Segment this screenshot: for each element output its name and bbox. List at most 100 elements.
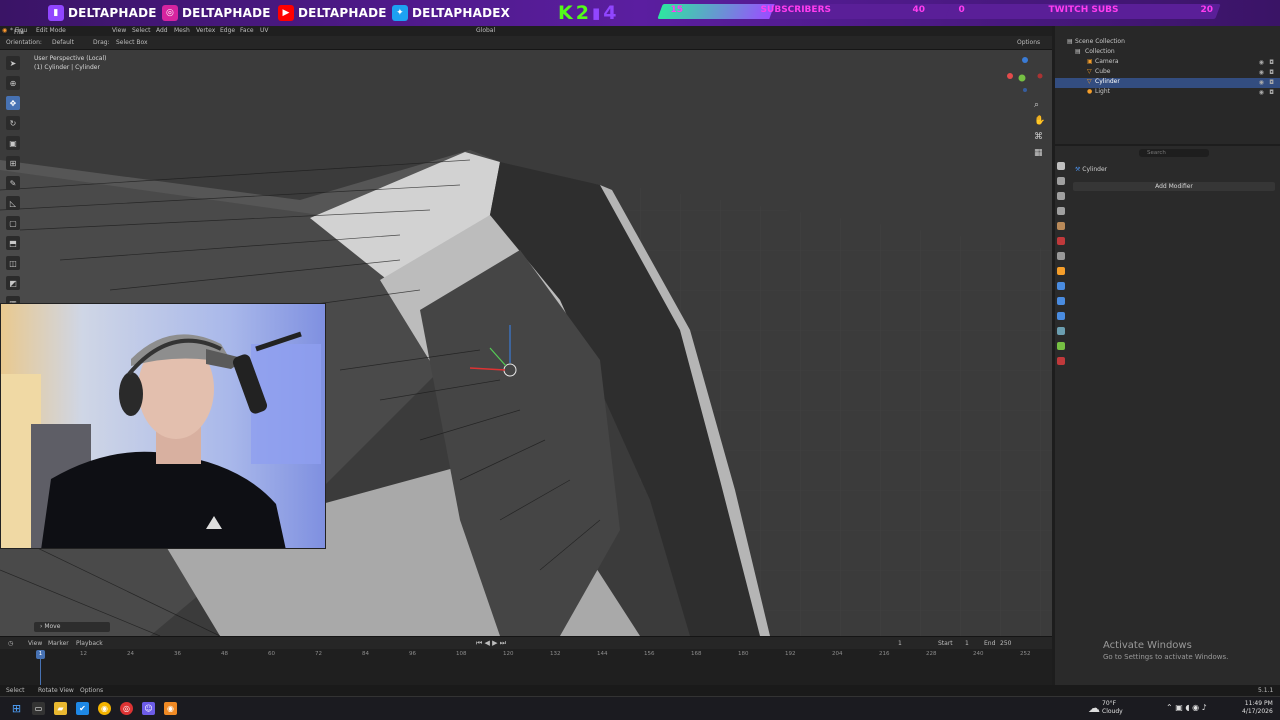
drag-dropdown[interactable]: Select Box bbox=[116, 39, 148, 46]
constraints-tab-icon[interactable] bbox=[1057, 327, 1065, 335]
current-frame-field[interactable]: 1 bbox=[898, 640, 902, 647]
add-modifier-label: Add Modifier bbox=[1155, 183, 1193, 190]
render-camera-icon[interactable]: ◘ bbox=[1269, 59, 1274, 66]
orientation-dropdown[interactable]: Default bbox=[52, 39, 74, 46]
modifier-tab-icon[interactable] bbox=[1057, 282, 1065, 290]
visibility-eye-icon[interactable]: ◉ bbox=[1259, 79, 1264, 86]
menu-add[interactable]: Add bbox=[156, 27, 168, 34]
timeline-editor-icon[interactable]: ◷ bbox=[8, 640, 13, 647]
inset-tool-icon[interactable]: ◫ bbox=[6, 256, 20, 270]
collection-tab-icon[interactable] bbox=[1057, 252, 1065, 260]
zoom-icon[interactable]: ⌕ bbox=[1034, 100, 1045, 110]
twitch-subs-current: 0 bbox=[958, 5, 965, 15]
timeline-tick: 144 bbox=[597, 651, 608, 657]
discord-icon[interactable]: ☺ bbox=[142, 702, 155, 715]
transform-orientation-select[interactable]: Global bbox=[476, 27, 495, 34]
menu-view[interactable]: View bbox=[112, 27, 126, 34]
task-view-icon[interactable]: ▭ bbox=[32, 702, 45, 715]
object-tab-icon[interactable] bbox=[1057, 267, 1065, 275]
app-icon[interactable]: ✔ bbox=[76, 702, 89, 715]
properties-tabs bbox=[1055, 156, 1067, 396]
physics-tab-icon[interactable] bbox=[1057, 312, 1065, 320]
add-cube-tool-icon[interactable]: ▢ bbox=[6, 216, 20, 230]
collection-label: Collection bbox=[1085, 48, 1115, 55]
end-frame-field[interactable]: 250 bbox=[1000, 640, 1011, 647]
outliner-item-light[interactable]: ● Light ◉ ◘ bbox=[1055, 88, 1280, 98]
bevel-tool-icon[interactable]: ◩ bbox=[6, 276, 20, 290]
playhead[interactable]: 1 bbox=[36, 650, 45, 659]
camera-icon: ▣ bbox=[1087, 58, 1093, 65]
output-tab-icon[interactable] bbox=[1057, 192, 1065, 200]
menu-file[interactable]: File bbox=[14, 29, 24, 36]
grid-view-icon[interactable]: ▦ bbox=[1034, 148, 1045, 158]
file-explorer-icon[interactable]: ▰ bbox=[54, 702, 67, 715]
menu-vertex[interactable]: Vertex bbox=[196, 27, 215, 34]
particles-tab-icon[interactable] bbox=[1057, 297, 1065, 305]
material-tab-icon[interactable] bbox=[1057, 357, 1065, 365]
rotate-tool-icon[interactable]: ↻ bbox=[6, 116, 20, 130]
twitch-subs-goal-bar: 0 TWITCH SUBS 20 bbox=[945, 4, 1221, 19]
add-modifier-button[interactable]: Add Modifier bbox=[1073, 182, 1275, 191]
playback-controls-icon[interactable]: ⏮ ◀ ▶ ⏭ bbox=[476, 639, 506, 648]
render-camera-icon[interactable]: ◘ bbox=[1269, 89, 1274, 96]
outliner-item-cube[interactable]: ▽ Cube ◉ ◘ bbox=[1055, 68, 1280, 78]
timeline-tick: 216 bbox=[879, 651, 890, 657]
outliner-scene-collection[interactable]: ▤ Scene Collection bbox=[1055, 38, 1280, 48]
visibility-eye-icon[interactable]: ◉ bbox=[1259, 69, 1264, 76]
render-tab-icon[interactable] bbox=[1057, 177, 1065, 185]
options-dropdown[interactable]: Options bbox=[1017, 39, 1040, 46]
timeline-tick: 48 bbox=[221, 651, 228, 657]
timeline-body[interactable]: 12 24 36 48 60 72 84 96 108 120 132 144 156 168 180 192… bbox=[0, 649, 1052, 685]
timeline-menu-marker[interactable]: Marker bbox=[48, 640, 69, 647]
render-camera-icon[interactable]: ◘ bbox=[1269, 79, 1274, 86]
windows-taskbar: ⊞ ▭ ▰ ✔ ◉ ◎ ☺ ◉ ☁ 70°F Cloudy ⌃ ▣ ◖ ◉ ♪ … bbox=[0, 696, 1280, 720]
menu-mesh[interactable]: Mesh bbox=[174, 27, 190, 34]
timeline-tick: 108 bbox=[456, 651, 467, 657]
scene-tab-icon[interactable] bbox=[1057, 222, 1065, 230]
menu-face[interactable]: Face bbox=[240, 27, 254, 34]
blender-taskbar-icon[interactable]: ◉ bbox=[164, 702, 177, 715]
properties-search-input[interactable]: Search bbox=[1139, 149, 1209, 157]
chrome-icon[interactable]: ◉ bbox=[98, 702, 111, 715]
tray-icons[interactable]: ⌃ ▣ ◖ ◉ ♪ bbox=[1166, 703, 1207, 712]
tool-tab-icon[interactable] bbox=[1057, 162, 1065, 170]
mode-selector[interactable]: Edit Mode bbox=[36, 27, 66, 34]
menu-select[interactable]: Select bbox=[132, 27, 151, 34]
select-tool-icon[interactable]: ➤ bbox=[6, 56, 20, 70]
kick-logo: K 2 ▮ 4 bbox=[558, 2, 616, 24]
tool-shelf: ➤ ⊕ ✥ ↻ ▣ ⊞ ✎ ◺ ▢ ⬒ ◫ ◩ ▥ bbox=[6, 56, 24, 310]
scale-tool-icon[interactable]: ▣ bbox=[6, 136, 20, 150]
webcam-overlay bbox=[0, 303, 326, 549]
outliner-item-camera[interactable]: ▣ Camera ◉ ◘ bbox=[1055, 58, 1280, 68]
view-layer-tab-icon[interactable] bbox=[1057, 207, 1065, 215]
windows-start-icon[interactable]: ⊞ bbox=[10, 702, 23, 715]
clock[interactable]: 11:49 PM 4/17/2026 bbox=[1242, 700, 1273, 715]
outliner-item-cylinder[interactable]: ▽ Cylinder ◉ ◘ bbox=[1055, 78, 1280, 88]
timeline-tick: 96 bbox=[409, 651, 416, 657]
pan-hand-icon[interactable]: ✋ bbox=[1034, 116, 1045, 126]
timeline-header: ◷ View Marker Playback ⏮ ◀ ▶ ⏭ 1 Start 1… bbox=[0, 636, 1052, 649]
render-camera-icon[interactable]: ◘ bbox=[1269, 69, 1274, 76]
outliner-collection[interactable]: ▤ Collection bbox=[1055, 48, 1280, 58]
search-placeholder: Search bbox=[1147, 150, 1166, 156]
visibility-eye-icon[interactable]: ◉ bbox=[1259, 59, 1264, 66]
world-tab-icon[interactable] bbox=[1057, 237, 1065, 245]
start-frame-field[interactable]: 1 bbox=[965, 640, 969, 647]
annotate-tool-icon[interactable]: ✎ bbox=[6, 176, 20, 190]
timeline-menu-view[interactable]: View bbox=[28, 640, 42, 647]
browser-icon[interactable]: ◎ bbox=[120, 702, 133, 715]
data-tab-icon[interactable] bbox=[1057, 342, 1065, 350]
timeline-menu-playback[interactable]: Playback bbox=[76, 640, 103, 647]
camera-view-icon[interactable]: ⌘ bbox=[1034, 132, 1045, 142]
visibility-eye-icon[interactable]: ◉ bbox=[1259, 89, 1264, 96]
timeline-tick: 36 bbox=[174, 651, 181, 657]
menu-edge[interactable]: Edge bbox=[220, 27, 235, 34]
last-operator-panel[interactable]: › Move bbox=[34, 622, 110, 632]
measure-tool-icon[interactable]: ◺ bbox=[6, 196, 20, 210]
extrude-tool-icon[interactable]: ⬒ bbox=[6, 236, 20, 250]
collection-icon: ▤ bbox=[1067, 38, 1073, 45]
menu-uv[interactable]: UV bbox=[260, 27, 269, 34]
transform-tool-icon[interactable]: ⊞ bbox=[6, 156, 20, 170]
cursor-tool-icon[interactable]: ⊕ bbox=[6, 76, 20, 90]
move-tool-icon[interactable]: ✥ bbox=[6, 96, 20, 110]
